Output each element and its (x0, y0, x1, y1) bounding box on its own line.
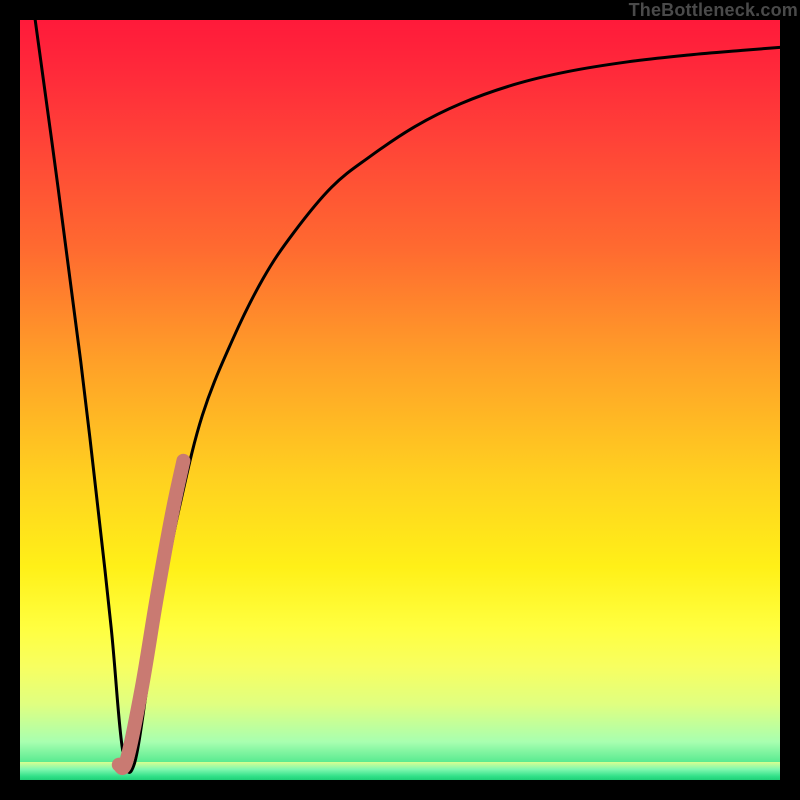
highlight-segment (119, 461, 184, 768)
curve-layer (20, 20, 780, 780)
plot-area (20, 20, 780, 780)
chart-stage: TheBottleneck.com (0, 0, 800, 800)
watermark-text: TheBottleneck.com (629, 0, 798, 21)
